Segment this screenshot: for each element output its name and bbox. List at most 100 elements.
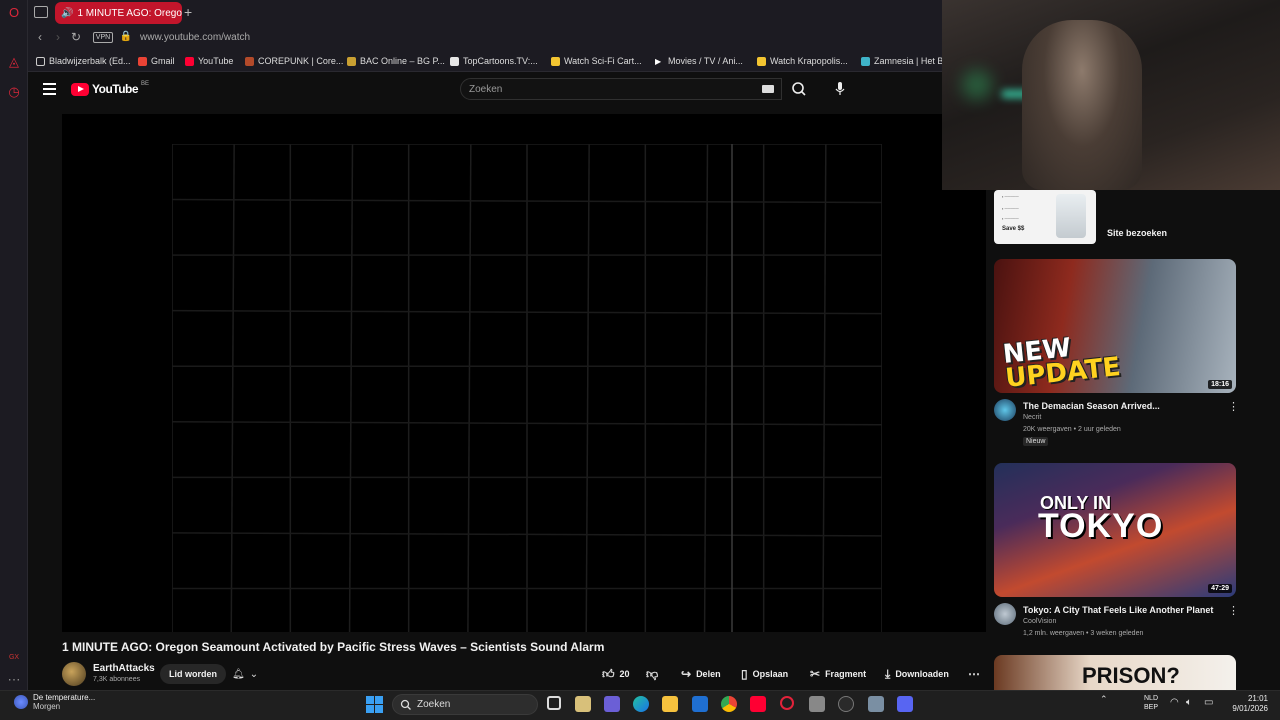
tab-menu-icon[interactable] <box>34 6 48 18</box>
reload-icon[interactable]: ↻ <box>68 29 84 45</box>
subscriber-count: 7,3K abonnees <box>93 676 141 683</box>
youtube-icon <box>185 56 194 66</box>
ad-product-image <box>1056 194 1086 238</box>
search-input[interactable] <box>469 82 749 96</box>
url-field[interactable]: www.youtube.com/watch <box>140 32 250 43</box>
back-icon[interactable]: ‹ <box>32 29 48 45</box>
hamburger-menu-icon[interactable] <box>43 83 56 95</box>
save-button[interactable]: ▯ Opslaan <box>741 664 788 684</box>
voice-search-button[interactable] <box>830 80 850 98</box>
battery-icon[interactable]: ▭ <box>1204 697 1213 708</box>
youtube-logo[interactable]: YouTube BE <box>71 81 149 96</box>
bookmark-label: Watch Krapopolis... <box>770 56 848 66</box>
chevron-up-icon[interactable]: ⌃ <box>1100 694 1108 705</box>
bookmark-label: Watch Sci-Fi Cart... <box>564 56 642 66</box>
keyboard-icon[interactable] <box>762 85 774 93</box>
join-button[interactable]: Lid worden <box>160 664 226 684</box>
outlook-icon[interactable] <box>692 696 708 712</box>
corepunk-icon <box>245 56 254 66</box>
recommendation-channel[interactable]: Necrit <box>1023 414 1041 421</box>
download-button[interactable]: ⤓ Downloaden <box>885 664 949 684</box>
bookmark-item[interactable]: Zamnesia | Het Be <box>861 55 948 67</box>
bookmark-item[interactable]: BAC Online – BG P... <box>347 55 445 67</box>
visit-site-button[interactable]: Site bezoeken <box>1104 224 1170 242</box>
recommendation-title[interactable]: The Demacian Season Arrived... <box>1023 401 1160 411</box>
channel-name[interactable]: EarthAttacks <box>93 663 155 674</box>
duration-badge: 18:16 <box>1208 380 1232 389</box>
recommendation-channel[interactable]: CoolVision <box>1023 618 1056 625</box>
taskbar-search[interactable]: Zoeken <box>392 694 538 715</box>
bookmark-item[interactable]: ▶ Movies / TV / Ani... <box>655 55 743 67</box>
opera-icon[interactable] <box>780 696 794 710</box>
vpn-badge[interactable]: VPN <box>93 32 113 43</box>
history-icon[interactable]: ◷ <box>6 84 22 100</box>
bookmark-label: YouTube <box>198 56 234 66</box>
bookmark-item[interactable]: Watch Krapopolis... <box>757 55 848 67</box>
recommendation-thumbnail[interactable]: NEW UPDATE 18:16 <box>994 259 1236 393</box>
zamnesia-icon <box>861 56 870 66</box>
opera-logo-icon[interactable]: O <box>6 5 22 21</box>
edge-icon[interactable] <box>633 696 649 712</box>
search-icon <box>792 82 806 96</box>
video-title: 1 MINUTE AGO: Oregon Seamount Activated … <box>62 640 605 654</box>
bookmark-item[interactable]: TopCartoons.TV:... <box>450 55 538 67</box>
like-button[interactable]: 👍︎ 20 <box>602 664 630 684</box>
youtube-play-icon <box>71 82 89 96</box>
streamer <box>1022 20 1142 190</box>
app-icon[interactable] <box>838 696 854 712</box>
new-tab-button[interactable]: + <box>184 4 198 20</box>
taskbar-search-label: Zoeken <box>417 699 451 710</box>
bookmark-item[interactable]: Gmail <box>138 55 175 67</box>
bookmark-item[interactable]: YouTube <box>185 55 233 67</box>
bookmark-item[interactable]: COREPUNK | Core... <box>245 55 343 67</box>
teams-icon[interactable] <box>604 696 620 712</box>
notification-button[interactable]: 🔔︎ ⌄ <box>232 664 268 684</box>
wifi-icon[interactable]: ◠ <box>1170 697 1179 708</box>
clock[interactable]: 21:01 9/01/2026 <box>1226 694 1268 714</box>
search-box[interactable] <box>460 78 782 100</box>
ad-thumbnail[interactable]: ▪ ───── ▪ ───── ▪ ───── Save $$ <box>994 190 1096 244</box>
file-explorer-icon[interactable] <box>662 696 678 712</box>
share-button[interactable]: ↪ Delen <box>681 664 721 684</box>
recommendation-thumbnail[interactable]: ONLY IN TOKYO 47:29 <box>994 463 1236 597</box>
start-button[interactable] <box>366 696 383 713</box>
gmail-icon <box>138 56 147 66</box>
folder-icon <box>36 56 45 66</box>
channel-avatar[interactable] <box>994 399 1016 421</box>
more-vertical-icon[interactable]: ⋮ <box>1228 606 1239 617</box>
aria-icon[interactable]: ◬ <box>6 54 22 70</box>
calculator-icon[interactable] <box>809 696 825 712</box>
task-view-icon[interactable] <box>547 696 561 710</box>
chrome-icon[interactable] <box>721 696 737 712</box>
forward-icon[interactable]: › <box>50 29 66 45</box>
more-actions-button[interactable]: ⋯ <box>968 664 980 684</box>
channel-avatar[interactable] <box>994 603 1016 625</box>
youtube-app-icon[interactable] <box>750 696 766 712</box>
language-indicator[interactable]: NLD BEP <box>1144 694 1158 712</box>
recommendation-thumbnail[interactable]: PRISON? <box>994 655 1236 690</box>
download-icon: ⤓ <box>885 667 891 681</box>
more-vertical-icon[interactable]: ⋮ <box>1228 402 1239 413</box>
volume-icon[interactable]: 🔈︎ <box>1186 697 1192 708</box>
gx-icon[interactable]: GX <box>6 650 22 666</box>
more-icon[interactable]: ⋯ <box>6 672 22 688</box>
bookmark-item[interactable]: Bladwijzerbalk (Ed... <box>36 55 131 67</box>
tab-active[interactable]: 🔊 1 MINUTE AGO: Oregon <box>55 2 182 24</box>
play-icon: ▶ <box>655 56 662 66</box>
discord-icon[interactable] <box>897 696 913 712</box>
tab-title: 1 MINUTE AGO: Oregon <box>77 7 182 19</box>
settings-icon[interactable] <box>868 696 884 712</box>
dislike-button[interactable]: 👎︎ <box>646 664 658 684</box>
lang-line2: BEP <box>1144 704 1159 711</box>
clip-button[interactable]: ✂ Fragment <box>810 664 866 684</box>
bookmark-item[interactable]: Watch Sci-Fi Cart... <box>551 55 642 67</box>
channel-avatar[interactable] <box>62 662 86 686</box>
video-player[interactable] <box>62 114 986 632</box>
recommendation-title[interactable]: Tokyo: A City That Feels Like Another Pl… <box>1023 605 1213 615</box>
search-button[interactable] <box>786 78 812 100</box>
weather-widget[interactable]: De temperature... Morgen <box>14 693 95 711</box>
lock-icon[interactable]: 🔒 <box>118 29 134 45</box>
thumbs-up-icon: 👍︎ <box>602 667 615 681</box>
microphone-icon <box>835 82 845 95</box>
calculator-app-icon[interactable] <box>575 696 591 712</box>
